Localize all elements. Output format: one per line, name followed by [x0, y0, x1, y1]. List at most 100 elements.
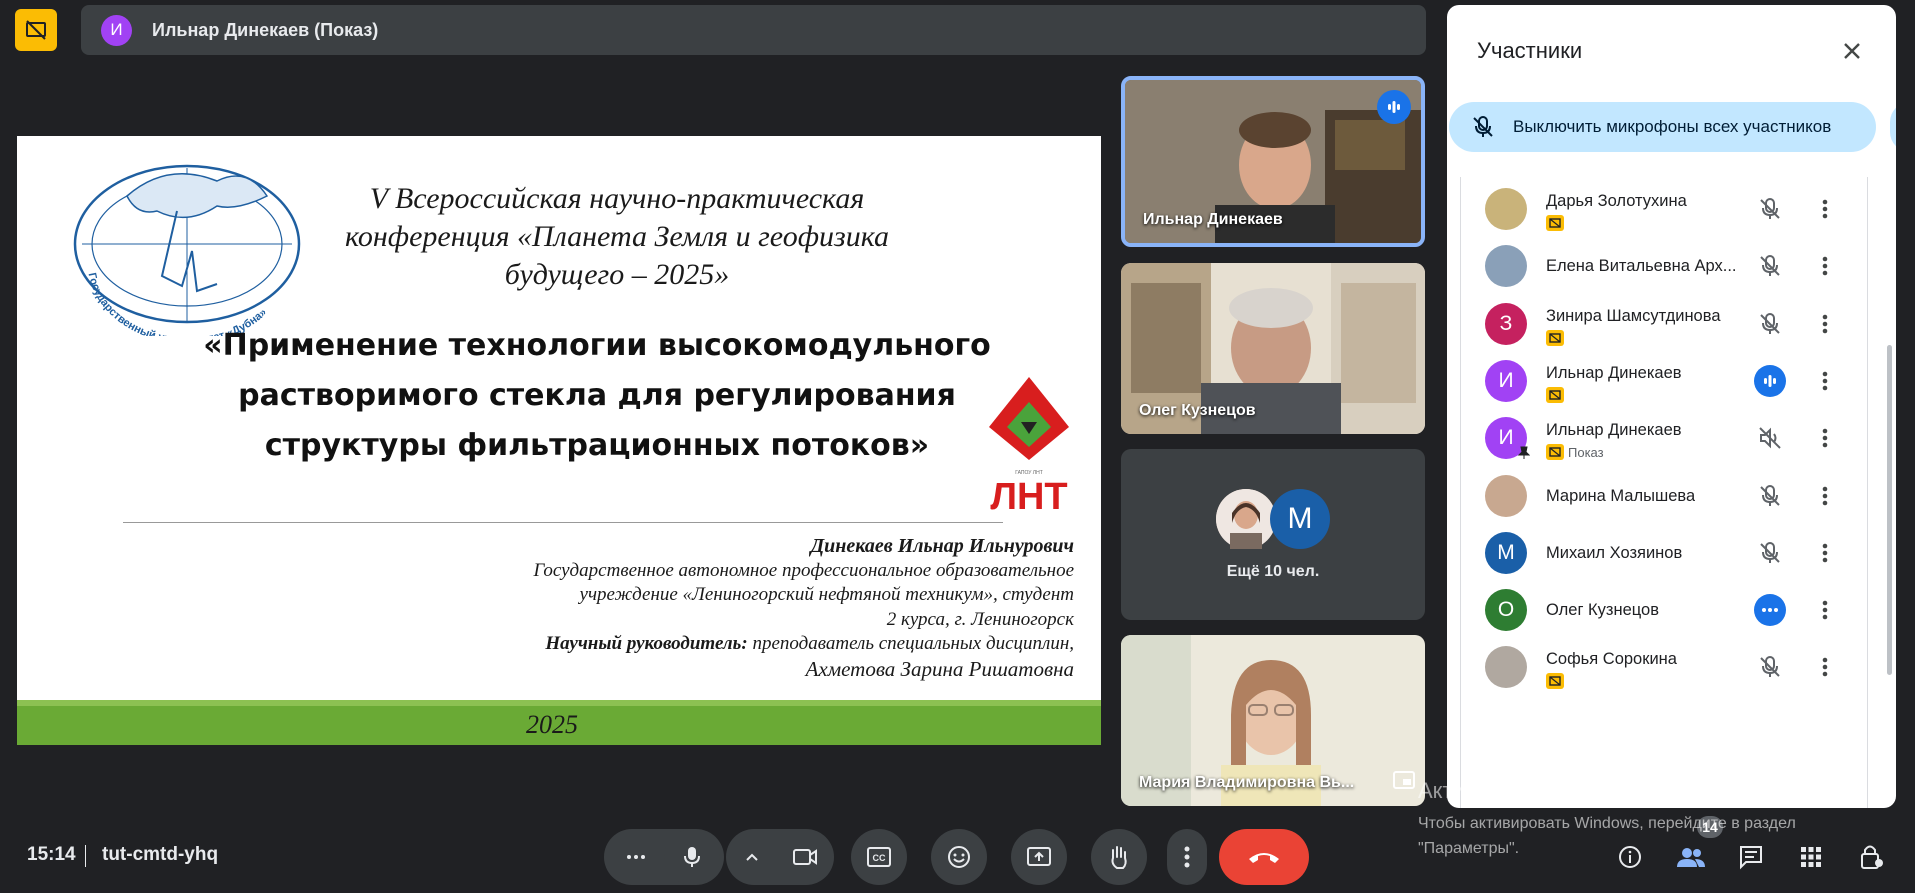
microphone-button[interactable]: [664, 829, 720, 885]
more-vert-icon: [1822, 486, 1828, 505]
windows-activation-text: Чтобы активировать Windows, перейдите в …: [1418, 811, 1858, 861]
affiliation-line: учреждение «Лениногорский нефтяной техни…: [579, 584, 1074, 605]
speaking-icon: [1764, 374, 1776, 387]
participant-mic-status[interactable]: [1754, 651, 1786, 683]
author-info: Динекаев Ильнар Ильнурович Государственн…: [374, 534, 1074, 681]
participant-avatar: О: [1485, 589, 1527, 632]
volume-off-icon: [1759, 427, 1781, 449]
leave-call-button[interactable]: [1219, 829, 1309, 885]
hand-icon: [1111, 846, 1127, 869]
lock-person-icon: [1861, 845, 1883, 869]
participant-name: Михаил Хозяинов: [1546, 543, 1683, 562]
mic-off-icon: [1760, 484, 1780, 506]
participant-more-button[interactable]: [1810, 422, 1840, 454]
more-participants-group: М Ещё 10 чел.: [1121, 449, 1425, 620]
participant-more-button[interactable]: [1810, 250, 1840, 282]
supervisor-role: преподаватель специальных дисциплин,: [747, 633, 1074, 654]
participant-mic-status[interactable]: [1754, 308, 1786, 340]
more-horiz-icon: [1762, 608, 1778, 613]
participant-mic-status[interactable]: [1754, 193, 1786, 225]
presenting-tag: [1546, 215, 1568, 231]
participant-avatar: [1485, 245, 1527, 288]
tile-more-participants[interactable]: М Ещё 10 чел.: [1121, 449, 1425, 620]
more-vert-icon: [1822, 314, 1828, 333]
presenting-tag: Показ: [1546, 444, 1604, 461]
author-name: Динекаев Ильнар Ильнурович: [810, 535, 1074, 557]
panel-title: Участники: [1477, 38, 1583, 63]
participant-more-button[interactable]: [1810, 193, 1840, 225]
tile-oleg-kuznetsov[interactable]: Олег Кузнецов: [1121, 263, 1425, 434]
participant-mic-status[interactable]: [1754, 480, 1786, 512]
participant-mic-status[interactable]: [1754, 422, 1786, 454]
participant-name: Зинира Шамсутдинова: [1546, 306, 1721, 325]
participant-name: Елена Витальевна Арх...: [1546, 257, 1737, 276]
present-icon: [1546, 329, 1564, 346]
more-vert-icon: [1822, 428, 1828, 448]
mute-all-button[interactable]: Выключить микрофоны всех участников: [1449, 102, 1876, 152]
pip-icon[interactable]: [1393, 771, 1415, 794]
slide-year: 2025: [526, 710, 578, 739]
meeting-clock: 15:14: [27, 844, 76, 865]
presenter-bar: И Ильнар Динекаев (Показ): [81, 5, 1426, 55]
shared-presentation: Государственный университет «Дубна» V Вс…: [17, 136, 1101, 745]
camera-icon: [793, 849, 817, 865]
video-options-button[interactable]: [727, 829, 777, 885]
reactions-button[interactable]: [931, 829, 987, 885]
university-logo: Государственный университет «Дубна»: [73, 164, 301, 336]
tile-ilnar-dinekaev[interactable]: Ильнар Динекаев: [1121, 76, 1425, 247]
raise-hand-button[interactable]: [1091, 829, 1147, 885]
mic-control-group: [604, 829, 724, 885]
participant-mic-status[interactable]: [1754, 537, 1786, 569]
tile-name: Олег Кузнецов: [1139, 402, 1256, 419]
svg-text:ЛНТ: ЛНТ: [990, 476, 1067, 514]
participant-row[interactable]: Софья Сорокина: [1461, 631, 1867, 701]
participant-avatar: И: [1485, 359, 1527, 402]
mute-all-label: Выключить микрофоны всех участников: [1513, 117, 1832, 136]
captions-button[interactable]: CC: [851, 829, 907, 885]
presenter-name: Ильнар Динекаев (Показ): [152, 19, 379, 40]
participant-more-button[interactable]: [1810, 594, 1840, 626]
participant-mic-status[interactable]: [1754, 250, 1786, 282]
participant-mic-status[interactable]: [1754, 364, 1786, 397]
participant-name: Марина Малышева: [1546, 486, 1696, 505]
presentation-status-icon[interactable]: [15, 9, 57, 51]
participant-avatar: М: [1485, 531, 1527, 574]
participant-more-button[interactable]: [1810, 651, 1840, 683]
presenting-tag: [1546, 329, 1568, 346]
presenter-avatar: И: [101, 14, 132, 46]
tile-name: Мария Владимировна Вь...: [1139, 774, 1355, 791]
participant-avatar: [1485, 646, 1527, 689]
secondary-action-button[interactable]: [1890, 102, 1896, 152]
more-participants-label: Ещё 10 чел.: [1226, 562, 1320, 580]
camera-button[interactable]: [777, 829, 833, 885]
affiliation-line: Государственное автономное профессиональ…: [533, 559, 1074, 581]
participant-list-scrollbar[interactable]: [1887, 345, 1892, 675]
audio-options-button[interactable]: [608, 829, 664, 885]
participant-mic-status[interactable]: [1754, 594, 1786, 627]
participant-more-button[interactable]: [1810, 537, 1840, 569]
close-panel-button[interactable]: [1832, 31, 1872, 71]
participant-more-button[interactable]: [1810, 308, 1840, 340]
participant-more-button[interactable]: [1810, 480, 1840, 512]
participant-more-button[interactable]: [1810, 365, 1840, 397]
supervisor-label: Научный руководитель:: [545, 633, 748, 654]
supervisor-line: Научный руководитель: преподаватель спец…: [374, 632, 1074, 657]
participant-avatar: З: [1485, 302, 1527, 345]
mic-off-icon: [1473, 116, 1493, 137]
participant-avatar: [1216, 488, 1276, 549]
more-vert-icon: [1822, 600, 1828, 620]
mic-off-icon: [1760, 255, 1780, 277]
mic-off-icon: [1760, 541, 1780, 563]
present-icon: [1546, 673, 1564, 690]
participant-avatar: [1485, 188, 1527, 230]
more-options-button[interactable]: [1167, 829, 1207, 885]
more-vert-icon: [1184, 846, 1190, 868]
windows-activation-line: Чтобы активировать Windows, перейдите в …: [1418, 815, 1796, 832]
close-icon: [1844, 43, 1860, 59]
present-icon: [1546, 215, 1564, 231]
participant-name: Олег Кузнецов: [1546, 601, 1659, 620]
tile-name: Ильнар Динекаев: [1143, 211, 1283, 228]
tile-maria-vladimirovna[interactable]: Мария Владимировна Вь...: [1121, 635, 1425, 806]
presenting-tag: [1546, 386, 1568, 403]
present-button[interactable]: [1011, 829, 1067, 885]
